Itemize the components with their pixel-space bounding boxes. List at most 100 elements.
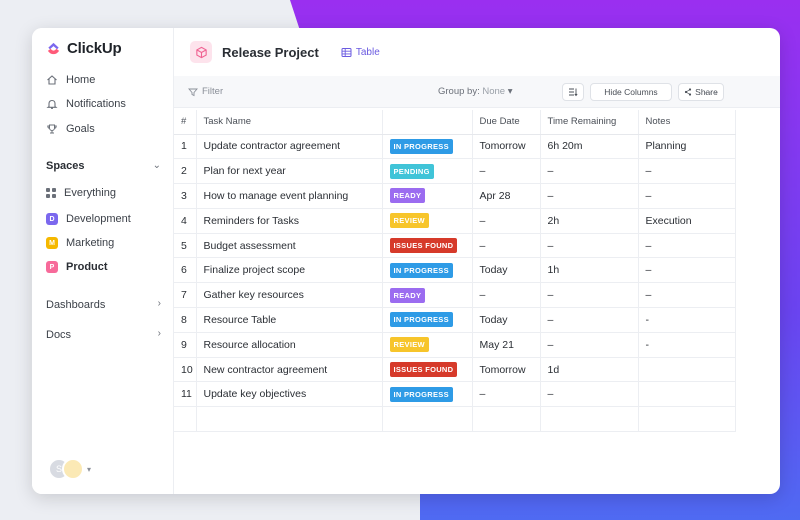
table-row[interactable]: 6 Finalize project scope IN PROGRESS Today 1… [174,257,736,284]
due-date[interactable]: Apr 28 [472,183,541,209]
status-badge[interactable]: PENDING [389,163,434,179]
column-header[interactable]: Notes [638,110,736,135]
due-date[interactable]: – [472,158,541,185]
notes[interactable]: - [638,307,736,333]
table-row[interactable]: 10 New contractor agreement ISSUES FOUND To… [174,357,736,383]
column-header[interactable]: Task Name [196,110,383,135]
status-cell[interactable]: READY [382,282,473,309]
sidebar-item-everything[interactable]: Everything [46,187,116,199]
status-cell[interactable]: ISSUES FOUND [382,233,473,259]
status-badge[interactable]: IN PROGRESS [389,386,453,402]
sidebar-item-home[interactable]: Home [46,74,95,86]
more-options-icon[interactable]: ··· [704,85,719,99]
task-name[interactable]: Update contractor agreement [196,134,383,160]
status-badge[interactable]: ISSUES FOUND [389,362,458,378]
row-number[interactable]: 4 [174,208,197,234]
time-remaining[interactable]: – [540,332,639,358]
task-name[interactable]: New contractor agreement [196,357,383,383]
column-header[interactable]: Due Date [472,110,541,135]
time-remaining[interactable]: 2h [540,208,639,234]
sidebar-item-goals[interactable]: Goals [46,123,95,135]
status-badge[interactable]: IN PROGRESS [389,138,453,154]
task-name[interactable]: Resource allocation [196,332,383,358]
row-number[interactable]: 5 [174,233,197,259]
time-remaining[interactable]: – [540,233,639,259]
notes[interactable]: - [638,332,736,358]
status-cell[interactable]: READY [382,183,473,209]
due-date[interactable]: Tomorrow [472,134,541,160]
notes[interactable]: – [638,282,736,309]
time-remaining[interactable]: 1d [540,357,639,383]
notes[interactable]: – [638,158,736,185]
table-row[interactable]: 7 Gather key resources READY – – – [174,282,736,309]
due-date[interactable]: – [472,381,541,408]
row-number[interactable]: 7 [174,282,197,309]
due-date[interactable]: Tomorrow [472,357,541,383]
task-name[interactable]: Reminders for Tasks [196,208,383,234]
user-menu[interactable]: S ▾ [48,458,91,480]
row-number[interactable]: 9 [174,332,197,358]
status-badge[interactable]: READY [389,188,426,204]
chevron-right-icon[interactable]: › [158,328,161,339]
column-header[interactable]: Time Remaining [540,110,639,135]
notes[interactable]: Planning [638,134,736,160]
task-name[interactable]: Update key objectives [196,381,383,408]
status-cell[interactable]: ISSUES FOUND [382,357,473,383]
due-date[interactable]: – [472,208,541,234]
status-cell[interactable]: PENDING [382,158,473,185]
status-cell[interactable]: REVIEW [382,332,473,358]
notes[interactable]: Execution [638,208,736,234]
table-row[interactable]: 11 Update key objectives IN PROGRESS – – [174,381,736,408]
row-number[interactable]: 1 [174,134,197,160]
row-number[interactable]: 11 [174,381,197,408]
row-number[interactable]: 10 [174,357,197,383]
task-name[interactable]: Gather key resources [196,282,383,309]
table-row[interactable]: 4 Reminders for Tasks REVIEW –2h Execution [174,208,736,234]
status-cell[interactable]: IN PROGRESS [382,257,473,284]
sort-button[interactable] [562,82,584,101]
status-badge[interactable]: REVIEW [389,337,429,353]
status-cell[interactable]: REVIEW [382,208,473,234]
chevron-down-icon[interactable]: ⌄ [153,160,161,171]
task-name[interactable]: Plan for next year [196,158,383,185]
due-date[interactable]: – [472,233,541,259]
notes[interactable]: – [638,183,736,209]
status-badge[interactable]: IN PROGRESS [389,262,453,278]
group-by-select[interactable]: Group by: None ▾ [438,86,513,97]
time-remaining[interactable]: 6h 20m [540,134,639,160]
status-badge[interactable]: REVIEW [389,213,429,229]
due-date[interactable]: May 21 [472,332,541,358]
row-number[interactable]: 3 [174,183,197,209]
status-cell[interactable]: IN PROGRESS [382,381,473,408]
row-number[interactable]: 2 [174,158,197,185]
hide-columns-button[interactable]: Hide Columns [590,82,672,101]
sidebar-item-notifications[interactable]: Notifications [46,98,126,110]
table-row[interactable]: 2 Plan for next year PENDING – – – [174,158,736,185]
sidebar-item-docs[interactable]: Docs [46,329,71,341]
due-date[interactable]: – [472,282,541,309]
sidebar-item-dashboards[interactable]: Dashboards [46,299,105,311]
column-header[interactable]: # [174,110,197,135]
status-badge[interactable]: ISSUES FOUND [389,238,458,254]
table-row[interactable]: 1 Update contractor agreement IN PROGRESS T… [174,134,736,160]
column-header[interactable] [382,110,473,135]
due-date[interactable]: Today [472,257,541,284]
notes[interactable] [638,381,736,408]
table-row[interactable]: 3 How to manage event planning READY Apr 28… [174,183,736,209]
time-remaining[interactable]: – [540,183,639,209]
sidebar-item-marketing[interactable]: M Marketing [46,237,114,249]
notes[interactable]: – [638,257,736,284]
status-cell[interactable]: IN PROGRESS [382,307,473,333]
spaces-heading[interactable]: Spaces [46,160,85,172]
status-badge[interactable]: IN PROGRESS [389,312,453,328]
task-name[interactable]: Finalize project scope [196,257,383,284]
time-remaining[interactable]: – [540,307,639,333]
time-remaining[interactable]: – [540,158,639,185]
time-remaining[interactable]: – [540,381,639,408]
due-date[interactable]: Today [472,307,541,333]
task-name[interactable]: Resource Table [196,307,383,333]
status-badge[interactable]: READY [389,287,426,303]
time-remaining[interactable]: 1h [540,257,639,284]
status-cell[interactable]: IN PROGRESS [382,134,473,160]
row-number[interactable]: 8 [174,307,197,333]
